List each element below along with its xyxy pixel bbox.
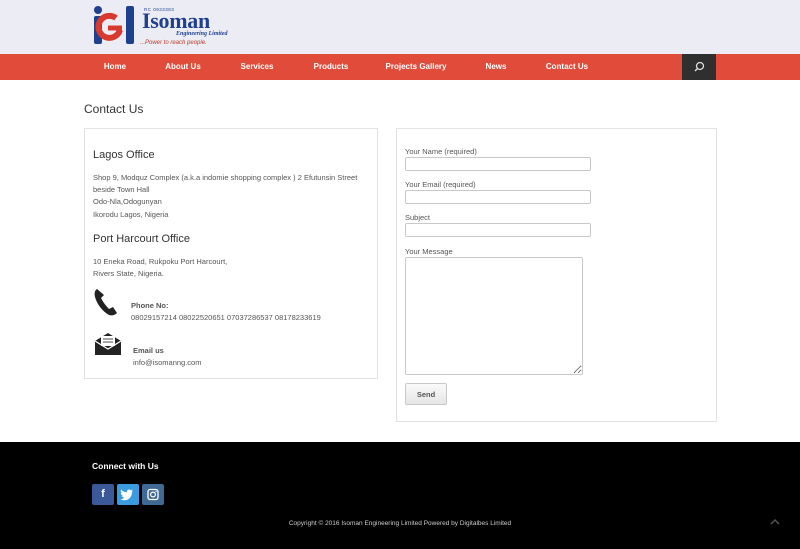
email-field-label: Your Email (required) <box>405 180 476 189</box>
nav-bg-right <box>716 54 800 80</box>
office-info-panel: Lagos Office Shop 9, Modquz Complex (a.k… <box>84 128 378 379</box>
nav-item-contact[interactable]: Contact Us <box>540 54 594 80</box>
email-value[interactable]: info@isomanng.com <box>133 358 201 367</box>
header: RC 0933383 Isoman Engineering Limited ..… <box>0 0 800 54</box>
phone-label: Phone No: <box>131 301 169 310</box>
address-line: beside Town Hall <box>93 185 150 195</box>
nav-bg-left <box>0 54 84 80</box>
subject-label: Subject <box>405 213 431 222</box>
logo-tagline: ...Power to reach people. <box>140 40 207 46</box>
office-title-lagos: Lagos Office <box>93 149 155 161</box>
logo-mark-icon <box>94 6 134 44</box>
message-label: Your Message <box>405 247 453 256</box>
send-button[interactable]: Send <box>405 383 447 405</box>
search-button[interactable] <box>682 54 716 80</box>
message-textarea[interactable] <box>405 257 583 375</box>
search-icon <box>694 61 705 72</box>
office-address-port-harcourt: 10 Eneka Road, Rukpoku Port Harcourt, Ri… <box>93 256 227 280</box>
nav-item-home[interactable]: Home <box>94 54 136 80</box>
mail-icon <box>94 333 122 355</box>
footer: Connect with Us f Copyright © 2016 Isoma… <box>0 442 800 549</box>
contact-form: Your Name (required) Your Email (require… <box>396 128 717 422</box>
logo-subtitle: Engineering Limited <box>176 31 228 37</box>
twitter-button[interactable] <box>117 484 139 505</box>
instagram-button[interactable] <box>142 484 164 505</box>
office-title-port-harcourt: Port Harcourt Office <box>93 233 190 245</box>
phone-icon <box>94 289 117 316</box>
phone-value: 08029157214 08022520651 07037286537 0817… <box>131 313 321 322</box>
nav-item-services[interactable]: Services <box>232 54 282 80</box>
name-label: Your Name (required) <box>405 147 477 156</box>
address-line: Rivers State, Nigeria. <box>93 269 164 279</box>
address-line: Shop 9, Modquz Complex (a.k.a indomie sh… <box>93 173 358 182</box>
copyright-text: Copyright © 2016 Isoman Engineering Limi… <box>288 520 512 527</box>
office-address-lagos: Shop 9, Modquz Complex (a.k.a indomie sh… <box>93 172 357 221</box>
subject-input[interactable] <box>405 223 591 237</box>
logo[interactable]: RC 0933383 Isoman Engineering Limited ..… <box>88 4 228 50</box>
address-line: Ikorodu Lagos, Nigeria <box>93 209 169 219</box>
address-line: 10 Eneka Road, Rukpoku Port Harcourt, <box>93 257 228 266</box>
main-nav: Home About Us Services Products Projects… <box>84 54 716 80</box>
nav-item-news[interactable]: News <box>476 54 516 80</box>
connect-title: Connect with Us <box>92 461 159 471</box>
nav-item-projects-gallery[interactable]: Projects Gallery <box>380 54 452 80</box>
twitter-icon <box>120 489 133 501</box>
address-line: Odo-Nla,Odogunyan <box>93 197 162 207</box>
instagram-icon <box>147 488 159 501</box>
facebook-icon: f <box>101 488 105 500</box>
facebook-button[interactable]: f <box>92 484 114 505</box>
scroll-to-top-icon[interactable] <box>770 518 780 526</box>
nav-item-products[interactable]: Products <box>306 54 356 80</box>
email-label: Email us <box>133 346 164 355</box>
email-input[interactable] <box>405 190 591 204</box>
nav-item-about[interactable]: About Us <box>158 54 208 80</box>
name-input[interactable] <box>405 157 591 171</box>
page-title: Contact Us <box>84 102 144 116</box>
